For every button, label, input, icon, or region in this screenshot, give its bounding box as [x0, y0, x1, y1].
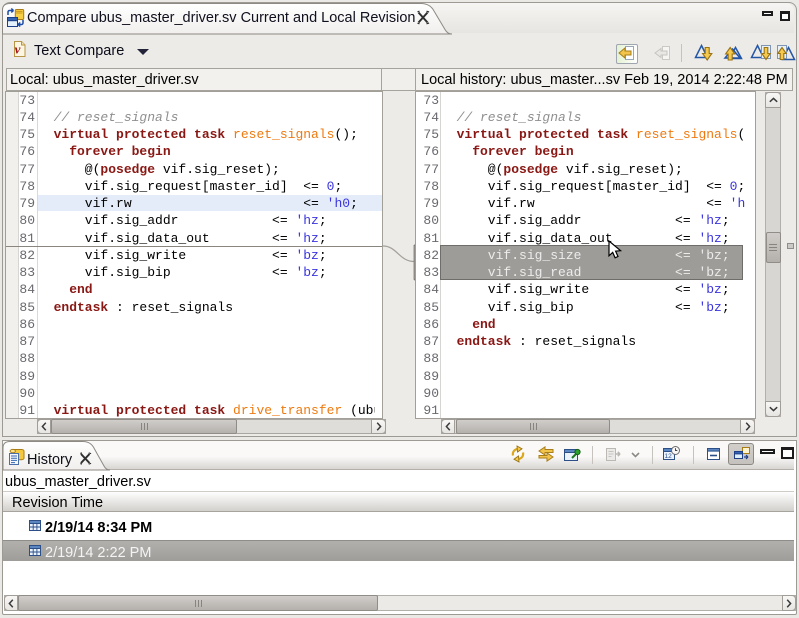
svg-text:12: 12	[665, 453, 673, 460]
svg-text:v: v	[15, 42, 21, 57]
